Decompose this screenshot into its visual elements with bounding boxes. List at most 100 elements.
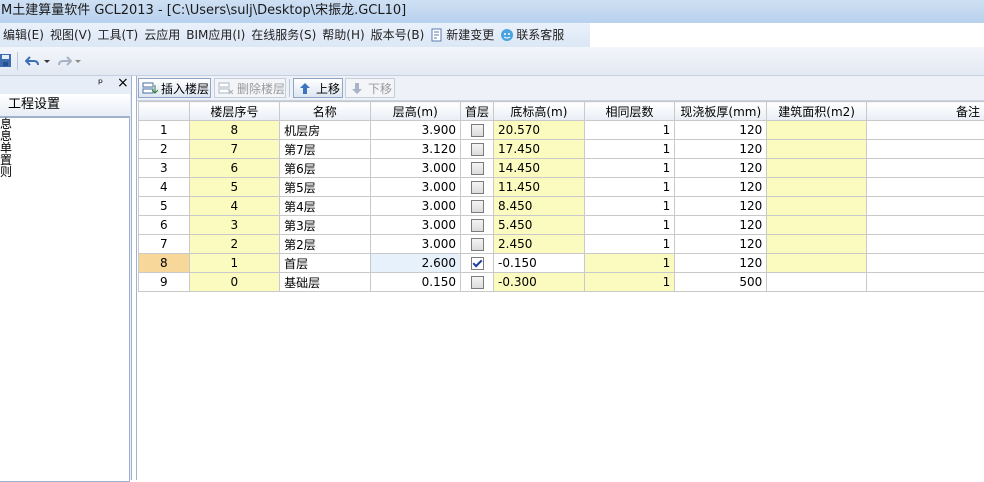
floor-seq-cell[interactable]: 2 <box>189 235 280 254</box>
menu-help[interactable]: 帮助(H) <box>319 23 367 47</box>
area-cell[interactable] <box>767 159 867 178</box>
tree-item[interactable]: 置 <box>0 154 129 166</box>
row-number-cell[interactable]: 9 <box>139 273 190 292</box>
same-count-cell[interactable]: 1 <box>584 273 675 292</box>
menu-edit[interactable]: 编辑(E) <box>0 23 47 47</box>
tree-item[interactable]: 息 <box>0 118 129 130</box>
slab-thickness-cell[interactable]: 120 <box>675 159 767 178</box>
remark-cell[interactable] <box>867 178 984 197</box>
base-elevation-cell[interactable]: -0.150 <box>494 254 585 273</box>
same-count-cell[interactable]: 1 <box>584 254 675 273</box>
table-row[interactable]: 36第6层3.00014.4501120 <box>139 159 984 178</box>
first-floor-checkbox[interactable] <box>471 181 484 194</box>
floor-seq-cell[interactable]: 8 <box>189 121 280 140</box>
remark-cell[interactable] <box>867 140 984 159</box>
row-number-cell[interactable]: 4 <box>139 178 190 197</box>
table-row[interactable]: 90基础层0.150-0.3001500 <box>139 273 984 292</box>
first-floor-checkbox[interactable] <box>471 162 484 175</box>
floor-seq-cell[interactable]: 4 <box>189 197 280 216</box>
floor-name-cell[interactable]: 第2层 <box>280 235 370 254</box>
menu-bim[interactable]: BIM应用(I) <box>183 23 248 47</box>
slab-thickness-header[interactable]: 现浇板厚(mm) <box>675 102 767 121</box>
first-floor-header[interactable]: 首层 <box>461 102 494 121</box>
menu-online[interactable]: 在线服务(S) <box>248 23 319 47</box>
floor-seq-cell[interactable]: 0 <box>189 273 280 292</box>
base-elevation-cell[interactable]: 11.450 <box>494 178 585 197</box>
pin-icon[interactable]: ᵖ <box>98 76 103 90</box>
remark-cell[interactable] <box>867 159 984 178</box>
base-elevation-cell[interactable]: 17.450 <box>494 140 585 159</box>
base-elevation-cell[interactable]: 2.450 <box>494 235 585 254</box>
floor-seq-cell[interactable]: 6 <box>189 159 280 178</box>
base-elevation-cell[interactable]: 5.450 <box>494 216 585 235</box>
remark-cell[interactable] <box>867 273 984 292</box>
first-floor-checkbox[interactable] <box>471 257 484 270</box>
same-count-cell[interactable]: 1 <box>584 197 675 216</box>
table-row[interactable]: 81首层2.600-0.1501120 <box>139 254 984 273</box>
row-number-cell[interactable]: 6 <box>139 216 190 235</box>
slab-thickness-cell[interactable]: 120 <box>675 216 767 235</box>
delete-floor-button[interactable]: 删除楼层 <box>214 78 286 98</box>
floor-name-cell[interactable]: 第6层 <box>280 159 370 178</box>
first-floor-cell[interactable] <box>461 121 494 140</box>
base-elevation-cell[interactable]: 8.450 <box>494 197 585 216</box>
base-elevation-cell[interactable]: 14.450 <box>494 159 585 178</box>
area-cell[interactable] <box>767 235 867 254</box>
floor-height-cell[interactable]: 3.000 <box>370 216 461 235</box>
remark-header[interactable]: 备注 <box>867 102 984 121</box>
area-cell[interactable] <box>767 197 867 216</box>
row-number-cell[interactable]: 8 <box>139 254 190 273</box>
name-header[interactable]: 名称 <box>280 102 370 121</box>
first-floor-cell[interactable] <box>461 235 494 254</box>
floor-height-cell[interactable]: 3.900 <box>370 121 461 140</box>
floor-name-cell[interactable]: 第5层 <box>280 178 370 197</box>
floor-height-cell[interactable]: 3.000 <box>370 178 461 197</box>
floor-name-cell[interactable]: 机层房 <box>280 121 370 140</box>
height-header[interactable]: 层高(m) <box>370 102 461 121</box>
floor-name-cell[interactable]: 第3层 <box>280 216 370 235</box>
insert-floor-button[interactable]: 插入楼层 <box>138 78 211 98</box>
menu-tools[interactable]: 工具(T) <box>95 23 142 47</box>
table-row[interactable]: 45第5层3.00011.4501120 <box>139 178 984 197</box>
floor-seq-cell[interactable]: 5 <box>189 178 280 197</box>
first-floor-checkbox[interactable] <box>471 276 484 289</box>
tab-project-settings[interactable]: 工程设置 <box>0 94 130 117</box>
table-row[interactable]: 54第4层3.0008.4501120 <box>139 197 984 216</box>
same-count-cell[interactable]: 1 <box>584 178 675 197</box>
remark-cell[interactable] <box>867 121 984 140</box>
floor-height-cell[interactable]: 3.120 <box>370 140 461 159</box>
first-floor-cell[interactable] <box>461 216 494 235</box>
redo-dropdown-chevron-down-icon[interactable] <box>74 52 82 70</box>
base-elevation-header[interactable]: 底标高(m) <box>494 102 585 121</box>
floor-name-cell[interactable]: 基础层 <box>280 273 370 292</box>
area-cell[interactable] <box>767 121 867 140</box>
row-number-cell[interactable]: 3 <box>139 159 190 178</box>
floor-seq-cell[interactable]: 7 <box>189 140 280 159</box>
menu-new-change[interactable]: 新建变更 <box>427 23 497 47</box>
remark-cell[interactable] <box>867 216 984 235</box>
same-count-cell[interactable]: 1 <box>584 159 675 178</box>
row-number-cell[interactable]: 1 <box>139 121 190 140</box>
menu-view[interactable]: 视图(V) <box>47 23 95 47</box>
first-floor-cell[interactable] <box>461 140 494 159</box>
area-cell[interactable] <box>767 254 867 273</box>
table-row[interactable]: 27第7层3.12017.4501120 <box>139 140 984 159</box>
floor-height-cell[interactable]: 0.150 <box>370 273 461 292</box>
redo-icon[interactable] <box>56 52 72 70</box>
area-cell[interactable] <box>767 273 867 292</box>
base-elevation-cell[interactable]: -0.300 <box>494 273 585 292</box>
first-floor-cell[interactable] <box>461 254 494 273</box>
remark-cell[interactable] <box>867 235 984 254</box>
first-floor-checkbox[interactable] <box>471 238 484 251</box>
menu-cloud[interactable]: 云应用 <box>141 23 183 47</box>
menu-contact[interactable]: 联系客服 <box>497 23 567 47</box>
row-number-cell[interactable]: 7 <box>139 235 190 254</box>
first-floor-cell[interactable] <box>461 178 494 197</box>
save-icon[interactable] <box>0 52 12 70</box>
first-floor-checkbox[interactable] <box>471 200 484 213</box>
remark-cell[interactable] <box>867 197 984 216</box>
row-number-cell[interactable]: 2 <box>139 140 190 159</box>
first-floor-cell[interactable] <box>461 159 494 178</box>
same-count-header[interactable]: 相同层数 <box>584 102 675 121</box>
base-elevation-cell[interactable]: 20.570 <box>494 121 585 140</box>
